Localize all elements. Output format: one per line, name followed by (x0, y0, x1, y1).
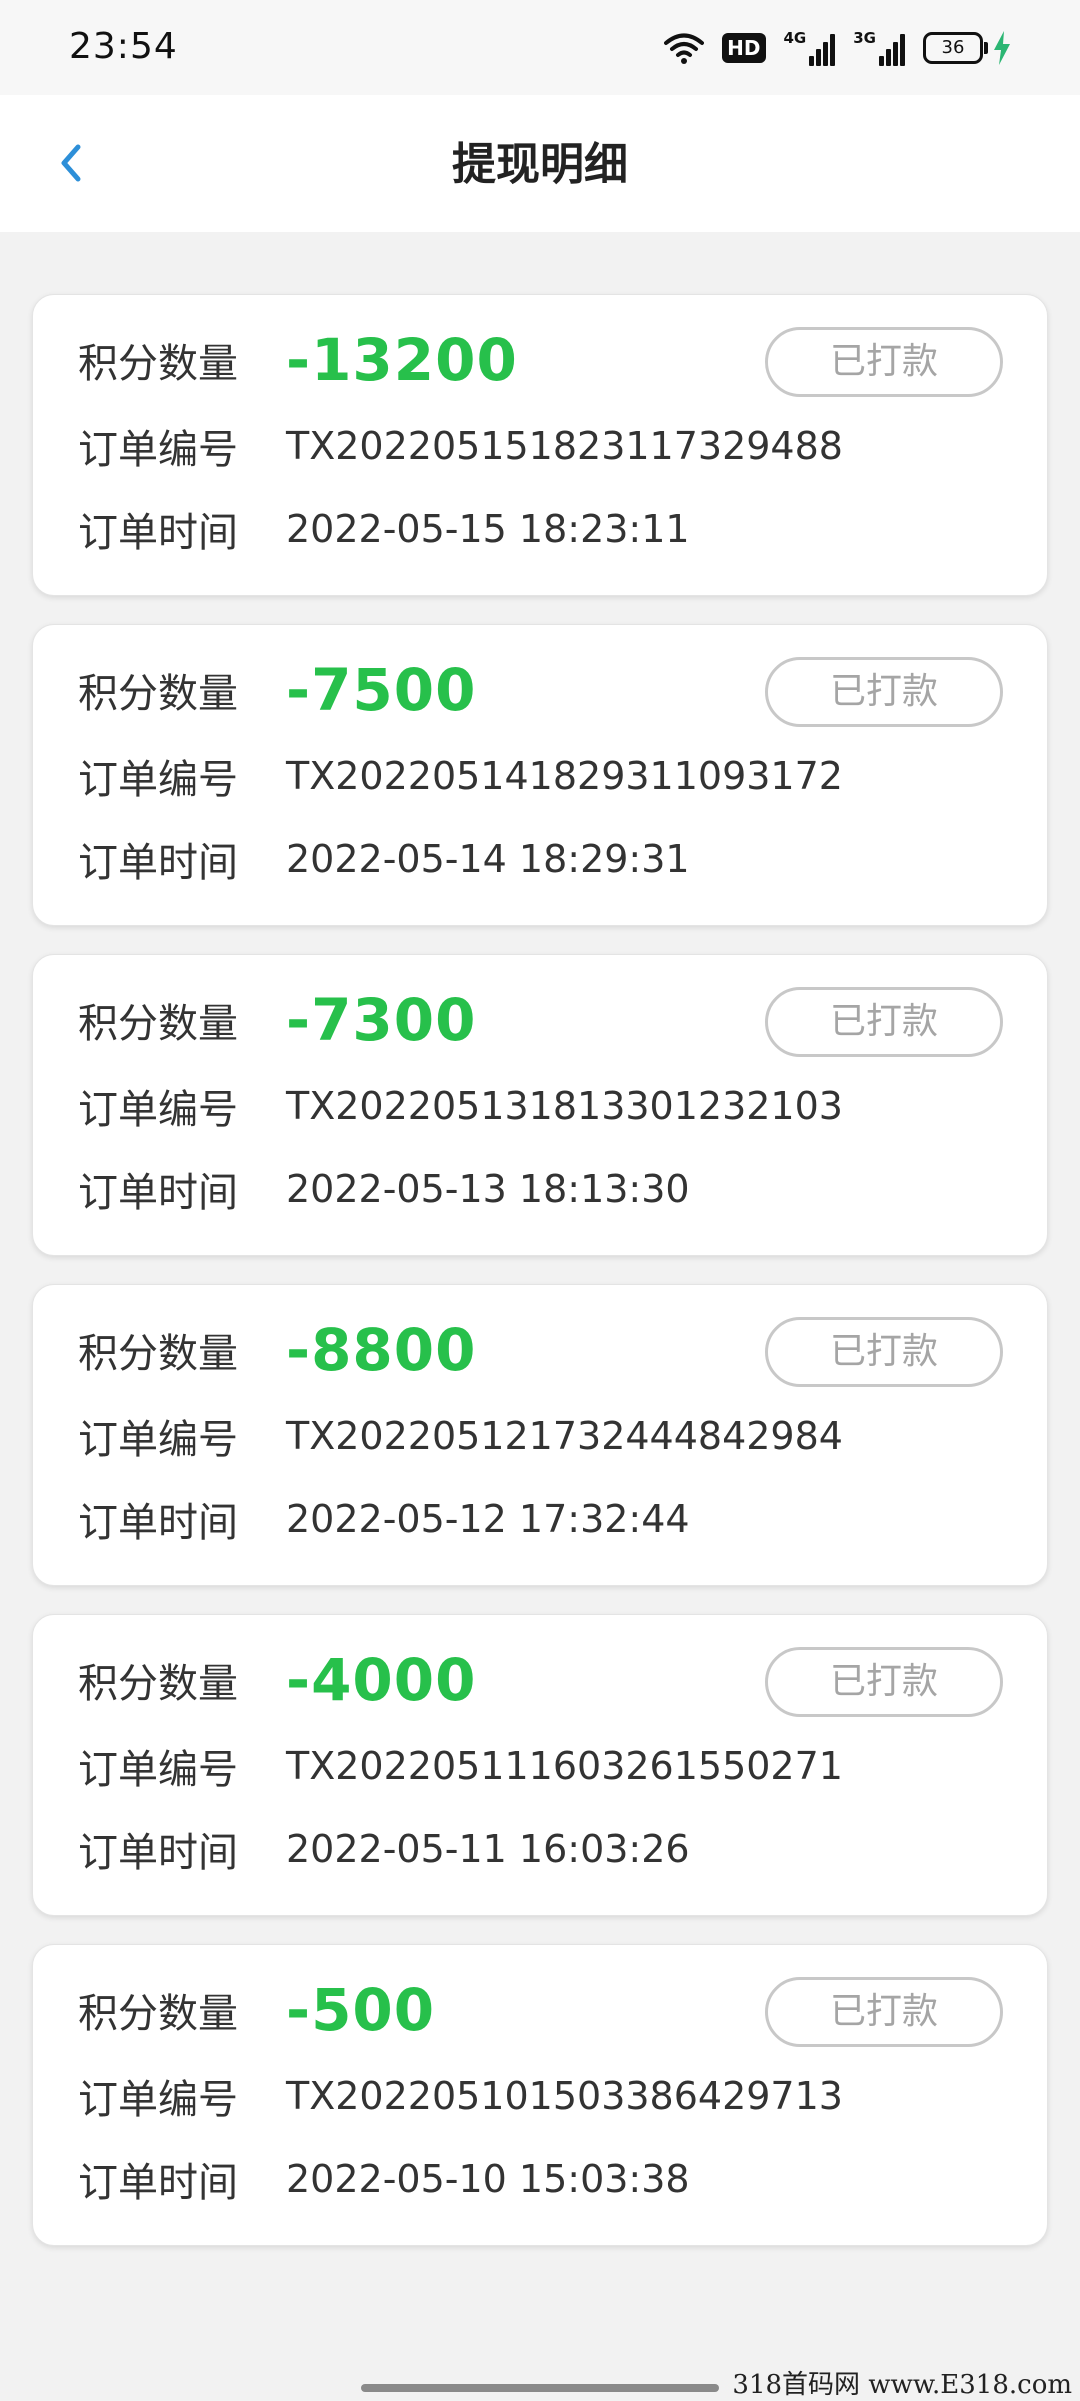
order-no-label: 订单编号 (78, 1417, 238, 1463)
paid-status-badge: 已打款 (765, 1317, 1003, 1387)
order-time-value: 2022-05-10 15:03:38 (286, 2157, 690, 2201)
order-time-label: 订单时间 (78, 2160, 238, 2206)
home-indicator[interactable] (361, 2384, 719, 2392)
paid-status-badge: 已打款 (765, 1647, 1003, 1717)
order-no-label: 订单编号 (78, 427, 238, 473)
hd-badge: HD (722, 33, 766, 63)
order-time-label: 订单时间 (78, 840, 238, 886)
points-amount: -7500 (286, 656, 477, 724)
points-label: 积分数量 (78, 1331, 238, 1377)
order-no-label: 订单编号 (78, 1087, 238, 1133)
withdrawal-record[interactable]: 积分数量 -13200 已打款 订单编号 TX20220515182311732… (32, 294, 1048, 596)
points-label: 积分数量 (78, 671, 238, 717)
order-time-label: 订单时间 (78, 1500, 238, 1546)
withdrawal-record[interactable]: 积分数量 -500 已打款 订单编号 TX2022051015033864297… (32, 1944, 1048, 2246)
order-no-label: 订单编号 (78, 1747, 238, 1793)
status-bar: 23:54 HD 4G 3G 36 (0, 0, 1080, 95)
paid-status-badge: 已打款 (765, 327, 1003, 397)
nav-header: 提现明细 (0, 95, 1080, 232)
points-amount: -13200 (286, 326, 518, 394)
order-time-value: 2022-05-15 18:23:11 (286, 507, 690, 551)
order-time-label: 订单时间 (78, 510, 238, 556)
order-no-value: TX202205141829311093172 (286, 754, 843, 798)
order-no-value: TX202205101503386429713 (286, 2074, 843, 2118)
withdrawal-record[interactable]: 积分数量 -4000 已打款 订单编号 TX202205111603261550… (32, 1614, 1048, 1916)
points-label: 积分数量 (78, 1991, 238, 2037)
order-time-label: 订单时间 (78, 1830, 238, 1876)
withdrawal-list: 积分数量 -13200 已打款 订单编号 TX20220515182311732… (32, 294, 1048, 2274)
order-time-value: 2022-05-12 17:32:44 (286, 1497, 690, 1541)
charging-icon (994, 31, 1010, 65)
withdrawal-record[interactable]: 积分数量 -7500 已打款 订单编号 TX202205141829311093… (32, 624, 1048, 926)
page-title: 提现明细 (452, 139, 628, 190)
status-icons: HD 4G 3G 36 (664, 28, 1012, 68)
watermark: 318首码网 www.E318.com (732, 2370, 1072, 2400)
withdrawal-record[interactable]: 积分数量 -8800 已打款 订单编号 TX202205121732444842… (32, 1284, 1048, 1586)
order-no-value: TX202205131813301232103 (286, 1084, 843, 1128)
wifi-icon (664, 33, 705, 64)
network-type-2: 3G (853, 29, 876, 47)
points-amount: -4000 (286, 1646, 477, 1714)
status-time: 23:54 (69, 26, 178, 67)
order-no-value: TX202205111603261550271 (286, 1744, 843, 1788)
battery-icon: 36 (923, 31, 1012, 65)
points-amount: -7300 (286, 986, 477, 1054)
order-time-value: 2022-05-11 16:03:26 (286, 1827, 690, 1871)
points-amount: -8800 (286, 1316, 477, 1384)
order-no-value: TX202205121732444842984 (286, 1414, 843, 1458)
paid-status-badge: 已打款 (765, 657, 1003, 727)
points-label: 积分数量 (78, 341, 238, 387)
points-label: 积分数量 (78, 1661, 238, 1707)
points-label: 积分数量 (78, 1001, 238, 1047)
order-time-label: 订单时间 (78, 1170, 238, 1216)
order-no-label: 订单编号 (78, 757, 238, 803)
paid-status-badge: 已打款 (765, 1977, 1003, 2047)
battery-level: 36 (923, 32, 983, 64)
signal-icon-2: 3G (853, 30, 905, 66)
order-time-value: 2022-05-14 18:29:31 (286, 837, 690, 881)
paid-status-badge: 已打款 (765, 987, 1003, 1057)
order-time-value: 2022-05-13 18:13:30 (286, 1167, 690, 1211)
order-no-label: 订单编号 (78, 2077, 238, 2123)
points-amount: -500 (286, 1976, 436, 2044)
withdrawal-record[interactable]: 积分数量 -7300 已打款 订单编号 TX202205131813301232… (32, 954, 1048, 1256)
signal-icon-1: 4G (784, 30, 836, 66)
network-type-1: 4G (783, 29, 807, 47)
order-no-value: TX202205151823117329488 (286, 424, 843, 468)
